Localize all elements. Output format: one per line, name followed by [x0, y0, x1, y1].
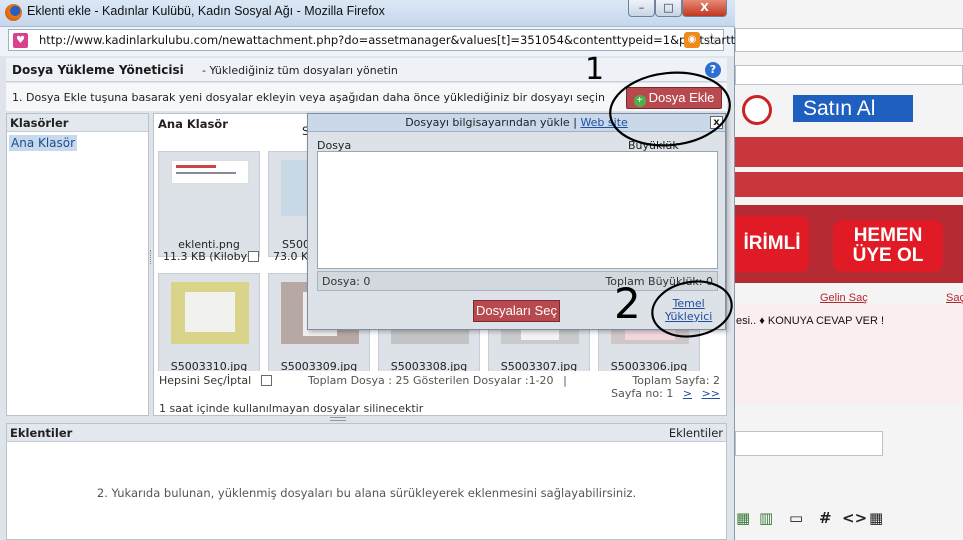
files-summary-separator: |: [563, 374, 567, 387]
manager-header: Dosya Yükleme Yöneticisi - Yüklediğiniz …: [6, 58, 727, 82]
bg-logo: [742, 95, 772, 125]
file-thumb[interactable]: S5003310.jpg: [158, 273, 260, 371]
deletion-note: 1 saat içinde kullanılmayan dosyalar sil…: [159, 402, 424, 415]
join-now-line1: HEMEN: [853, 225, 923, 246]
files-header: Ana Klasör: [158, 117, 228, 131]
quote-icon[interactable]: ▭: [789, 509, 803, 527]
file-thumb[interactable]: eklenti.png 11.3 KB (Kiloby: [158, 151, 260, 263]
editor-toolbar: ▦ ▥ ▭ # <> ▦: [733, 509, 963, 529]
attachments-panel: Eklentiler Eklentiler 2. Yukarıda buluna…: [6, 423, 727, 540]
upload-file-list: [317, 151, 718, 269]
files-footer: Hepsini Seç/İptal Toplam Dosya : 25 Göst…: [154, 373, 726, 415]
next-page-link[interactable]: >: [683, 387, 692, 400]
upload-from-website-tab[interactable]: Web site: [580, 116, 627, 129]
file-thumb[interactable]: S500 73.0 K: [268, 151, 308, 263]
bg-banner-left[interactable]: İRİMLİ: [735, 216, 809, 272]
attachments-title: Eklentiler: [10, 426, 73, 440]
page-number: Sayfa no: 1: [611, 387, 674, 400]
files-summary-text: Toplam Dosya : 25 Gösterilen Dosyalar :1…: [308, 374, 554, 387]
window-title: Eklenti ekle - Kadınlar Kulübü, Kadın So…: [27, 4, 385, 18]
folders-header: Klasörler: [7, 114, 148, 132]
file-name: S5003307.jpg: [500, 360, 578, 371]
file-name: S5003308.jpg: [390, 360, 468, 371]
video-icon[interactable]: ▥: [759, 509, 773, 527]
basic-uploader-link[interactable]: Temel Yükleyici: [665, 297, 712, 323]
plus-icon: +: [633, 95, 646, 107]
bg-address-field: [735, 28, 963, 52]
last-page-link[interactable]: >>: [702, 387, 720, 400]
instruction-bar: 1. Dosya Ekle tuşuna basarak yeni dosyal…: [6, 83, 727, 111]
add-file-button[interactable]: + Dosya Ekle: [626, 87, 722, 109]
upload-count: Dosya: 0: [322, 275, 371, 288]
close-button[interactable]: X: [682, 0, 727, 17]
bg-search-field: [735, 65, 963, 85]
thumb-image: [281, 160, 307, 216]
upload-dialog-header: Dosyayı bilgisayarından yükle | Web site: [308, 114, 725, 132]
buy-button[interactable]: Satın Al: [793, 95, 913, 122]
annotation-number-2: 2: [614, 279, 641, 328]
folder-item-ana-klasor[interactable]: Ana Klasör: [9, 135, 78, 151]
manager-title: Dosya Yükleme Yöneticisi: [12, 63, 184, 77]
bookmark-star-icon[interactable]: ☆: [704, 30, 719, 50]
firefox-popup-window: Eklenti ekle - Kadınlar Kulübü, Kadın So…: [0, 0, 735, 540]
title-bar: Eklenti ekle - Kadınlar Kulübü, Kadın So…: [0, 0, 735, 27]
folders-panel: Klasörler Ana Klasör: [6, 113, 149, 416]
total-pages: Toplam Sayfa: 2: [632, 374, 720, 387]
select-all-checkbox[interactable]: [260, 375, 272, 386]
instruction-text: 1. Dosya Ekle tuşuna basarak yeni dosyal…: [12, 91, 605, 104]
manager-subtitle: - Yüklediğiniz tüm dosyaları yönetin: [202, 64, 398, 77]
file-name: S5003310.jpg: [170, 360, 248, 371]
file-checkbox[interactable]: [248, 251, 259, 262]
attachments-dropzone-message: 2. Yukarıda bulunan, yüklenmiş dosyaları…: [96, 486, 637, 500]
select-all-label: Hepsini Seç/İptal: [159, 374, 252, 387]
link-sac[interactable]: Saç: [946, 292, 963, 304]
thumb-image: [171, 282, 249, 344]
attach-resize-handle[interactable]: [330, 417, 346, 421]
attachments-title-right: Eklentiler: [668, 426, 723, 440]
file-name: S5003306.jpg: [610, 360, 688, 371]
join-now-line2: ÜYE OL: [852, 245, 924, 266]
panel-splitter[interactable]: [150, 250, 152, 264]
attachments-header: Eklentiler Eklentiler: [7, 424, 726, 442]
thumb-image: [171, 160, 249, 184]
upload-from-computer-tab[interactable]: Dosyayı bilgisayarından yükle: [405, 116, 570, 129]
help-icon[interactable]: ?: [705, 62, 721, 78]
image-icon[interactable]: ▦: [736, 509, 750, 527]
hash-icon[interactable]: #: [819, 509, 832, 527]
table-icon[interactable]: ▦: [869, 509, 883, 527]
address-bar[interactable]: ♥ http://www.kadinlarkulubu.com/newattac…: [8, 29, 735, 51]
upload-close-icon[interactable]: x: [710, 116, 723, 129]
files-summary: Toplam Dosya : 25 Gösterilen Dosyalar :1…: [308, 374, 567, 387]
basic-uploader-line2: Yükleyici: [665, 310, 713, 323]
join-now-button[interactable]: HEMEN ÜYE OL: [833, 220, 943, 272]
bg-nav-band: [735, 137, 963, 167]
upload-tab-separator: |: [573, 116, 577, 129]
select-files-button[interactable]: Dosyaları Seç: [473, 300, 560, 322]
basic-uploader-line1: Temel: [672, 297, 705, 310]
site-favicon-icon: ♥: [13, 33, 28, 48]
select-all-control[interactable]: Hepsini Seç/İptal: [159, 374, 272, 387]
upload-stats: Dosya: 0 Toplam Büyüklük: 0: [317, 271, 718, 291]
upload-dialog: Dosyayı bilgisayarından yükle | Web site…: [307, 113, 726, 330]
file-name: S5003309.jpg: [280, 360, 358, 371]
bg-reply-field: [735, 431, 883, 456]
pagination: Sayfa no: 1 > >>: [611, 387, 720, 400]
firefox-icon: [5, 4, 22, 21]
bg-nav-band-2: [735, 172, 963, 197]
annotation-number-1: 1: [585, 52, 605, 87]
maximize-button[interactable]: □: [655, 0, 682, 17]
link-gelin-sac[interactable]: Gelin Saç: [820, 292, 868, 304]
reply-link[interactable]: esi.. ♦ KONUYA CEVAP VER !: [736, 315, 884, 327]
add-file-label: Dosya Ekle: [648, 90, 715, 105]
file-size: 11.3 KB (Kiloby: [163, 250, 248, 263]
rss-icon[interactable]: ◉: [684, 32, 700, 48]
url-text: http://www.kadinlarkulubu.com/newattachm…: [39, 33, 736, 47]
code-icon[interactable]: <>: [842, 509, 867, 527]
minimize-button[interactable]: –: [628, 0, 655, 17]
file-size: 73.0 K: [273, 250, 307, 263]
